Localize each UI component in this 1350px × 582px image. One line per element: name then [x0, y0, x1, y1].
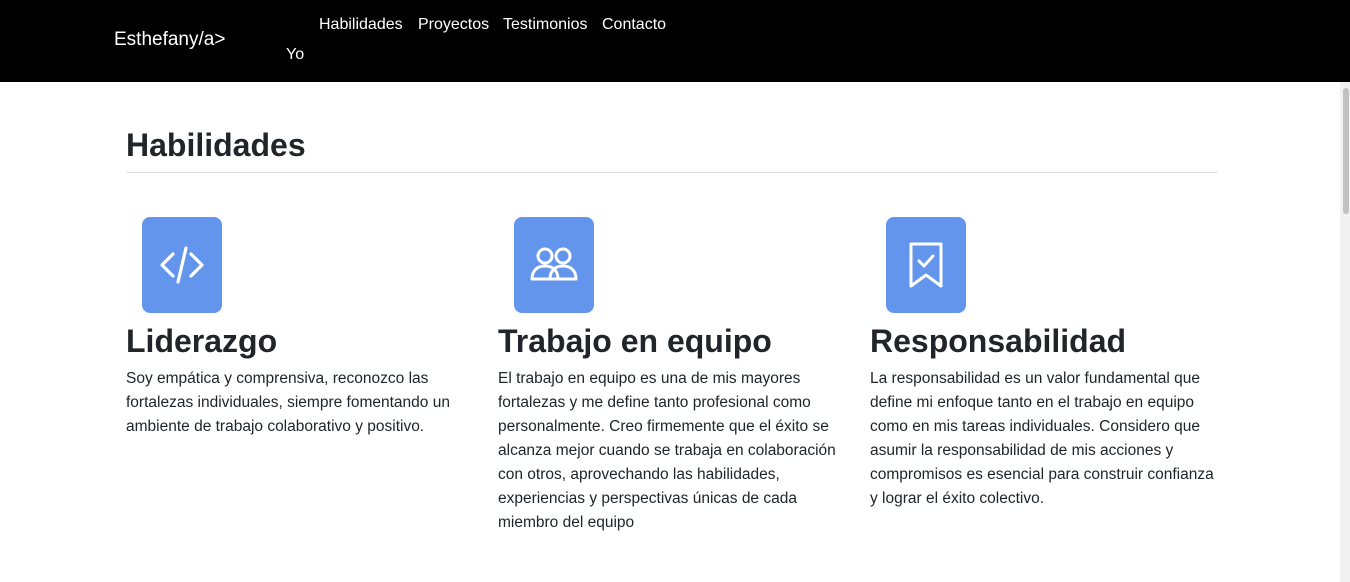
nav-link-habilidades[interactable]: Habilidades — [319, 16, 403, 34]
skill-card-liderazgo: Liderazgo Soy empática y comprensiva, re… — [126, 217, 471, 439]
skill-card-responsabilidad: Responsabilidad La responsabilidad es un… — [870, 217, 1215, 511]
nav-link-proyectos[interactable]: Proyectos — [418, 16, 489, 34]
skill-description: La responsabilidad es un valor fundament… — [870, 370, 1214, 507]
nav-link-testimonios[interactable]: Testimonios — [503, 16, 587, 34]
skill-title: Trabajo en equipo — [498, 323, 772, 359]
skill-description: El trabajo en equipo es una de mis mayor… — [498, 370, 836, 531]
section-title: Habilidades — [126, 127, 306, 163]
bookmark-check-icon — [886, 217, 966, 313]
code-icon — [142, 217, 222, 313]
scrollbar-thumb[interactable] — [1343, 88, 1349, 214]
page-scrollbar[interactable] — [1340, 82, 1350, 582]
nav-link-yo[interactable]: Yo — [286, 46, 304, 64]
people-icon — [514, 217, 594, 313]
skill-title: Liderazgo — [126, 323, 278, 359]
nav-link-contacto[interactable]: Contacto — [602, 16, 666, 34]
skill-description: Soy empática y comprensiva, reconozco la… — [126, 370, 450, 435]
brand-logo[interactable]: Esthefany/a> — [114, 29, 225, 51]
skill-title: Responsabilidad — [870, 323, 1127, 359]
section-divider — [126, 172, 1218, 173]
skill-card-trabajo-en-equipo: Trabajo en equipo El trabajo en equipo e… — [498, 217, 843, 535]
navbar: Esthefany/a> Yo Habilidades Proyectos Te… — [0, 0, 1350, 82]
